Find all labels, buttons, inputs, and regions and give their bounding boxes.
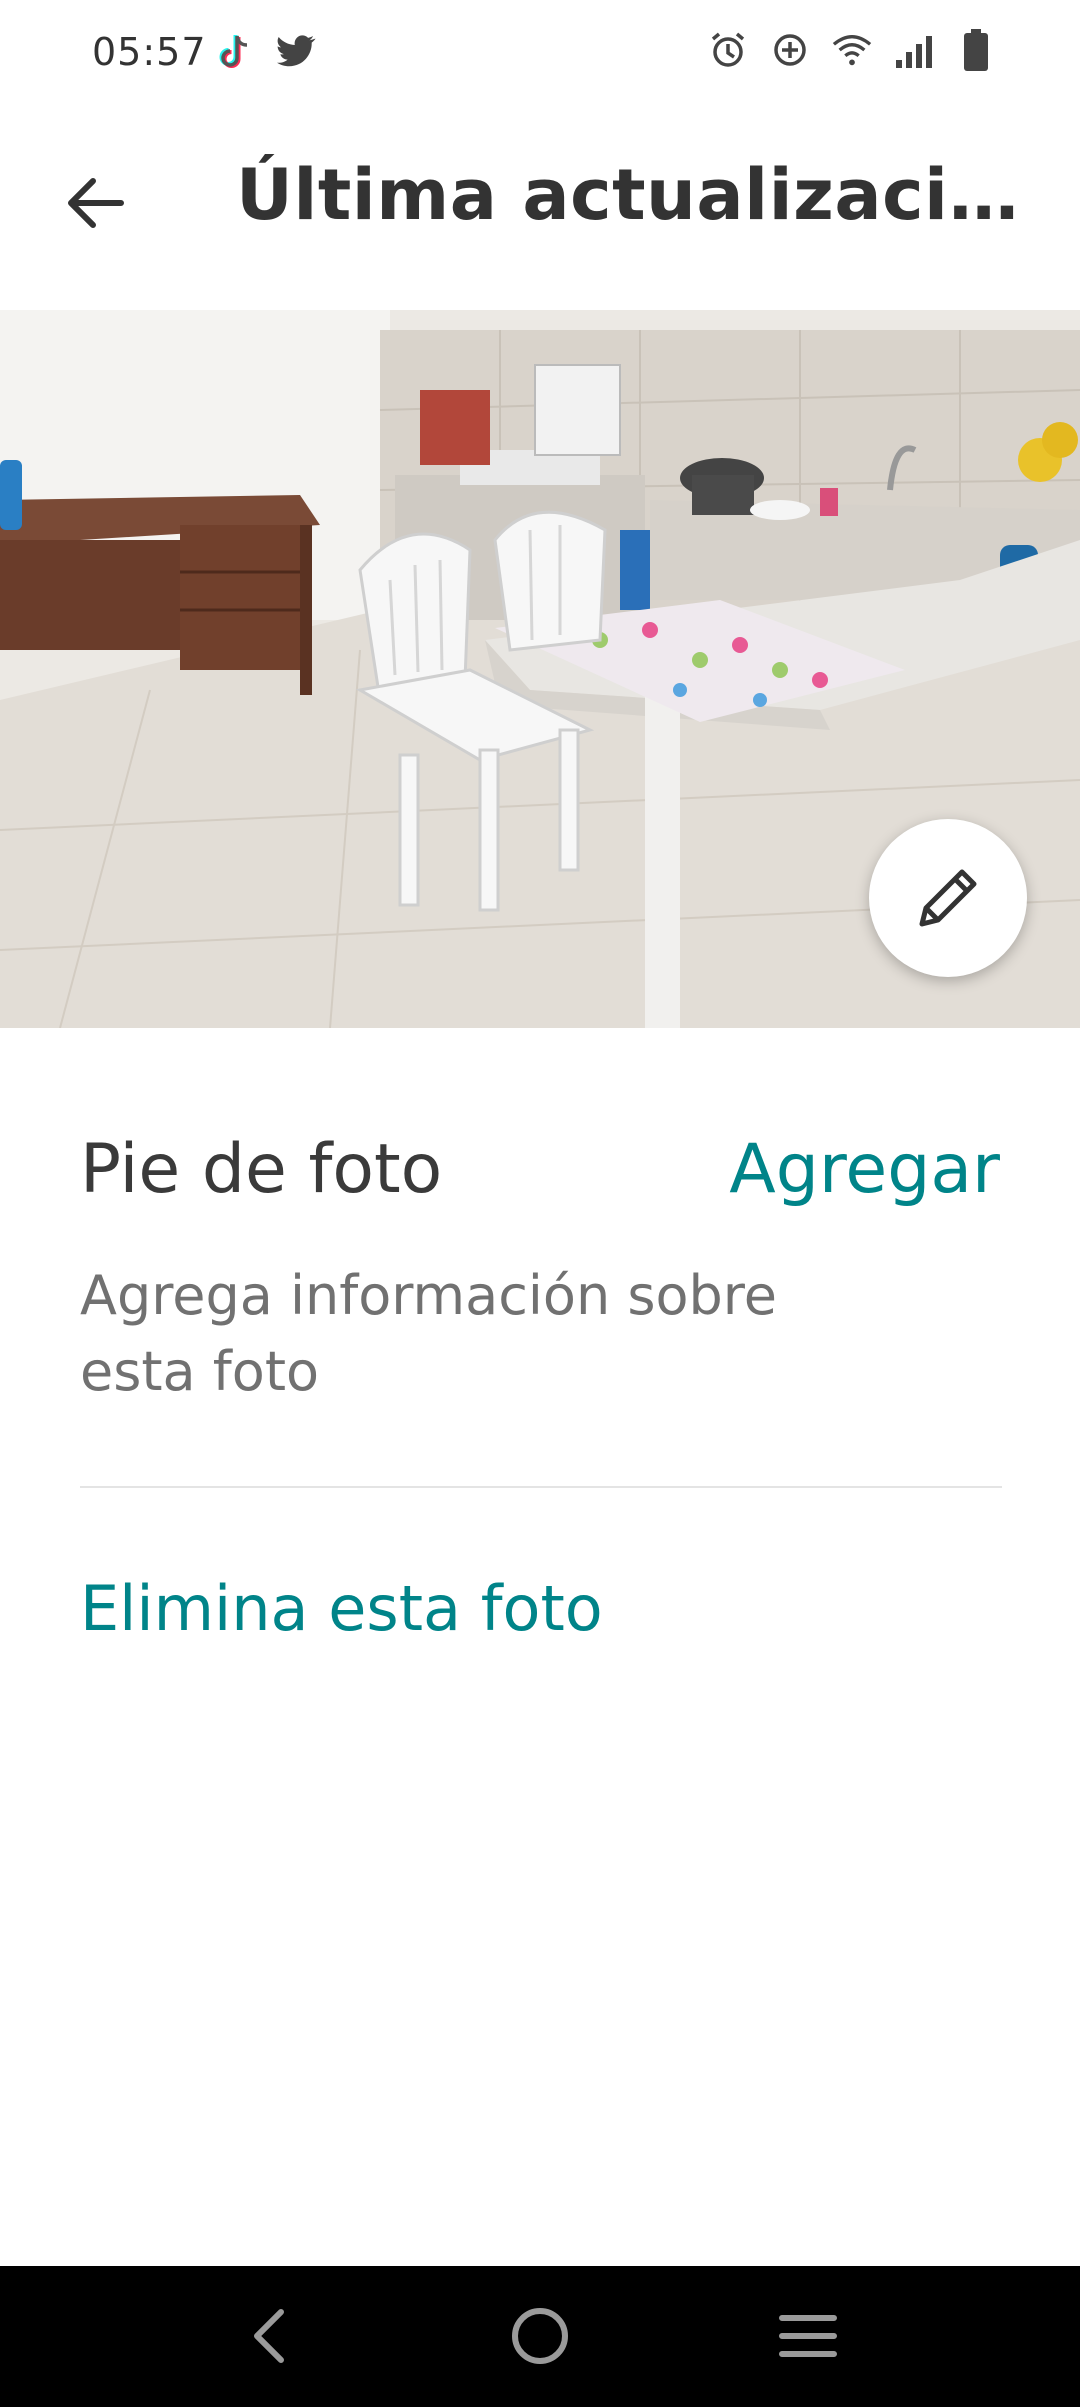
caption-hint: Agrega información sobre esta foto — [80, 1264, 778, 1403]
nav-back-icon — [254, 2309, 284, 2363]
delete-photo-button[interactable]: Elimina esta foto — [80, 1572, 603, 1645]
battery-icon — [956, 28, 996, 72]
add-caption-button[interactable]: Agregar — [729, 1130, 1000, 1209]
system-nav-bar — [0, 2266, 1080, 2407]
arrow-left-icon — [68, 178, 124, 228]
alarm-icon — [708, 28, 748, 72]
back-button[interactable] — [50, 158, 140, 248]
pencil-icon — [919, 869, 977, 927]
nav-back-button[interactable] — [224, 2296, 314, 2376]
nav-home-button[interactable] — [495, 2296, 585, 2376]
status-time: 05:57 — [92, 30, 207, 74]
status-bar: 05:57 — [0, 0, 1080, 110]
data-saver-icon — [770, 28, 810, 72]
wifi-icon — [832, 28, 872, 72]
status-notification-icons — [214, 30, 316, 74]
twitter-icon — [276, 30, 316, 74]
status-system-icons — [708, 28, 996, 72]
caption-label: Pie de foto — [80, 1130, 443, 1209]
page-title: Última actualización... — [236, 154, 1036, 236]
app-bar: Última actualización... — [0, 110, 1080, 310]
tiktok-icon — [214, 30, 254, 74]
nav-recents-icon — [779, 2315, 837, 2357]
edit-photo-button[interactable] — [869, 819, 1027, 977]
nav-home-icon — [512, 2308, 568, 2364]
divider — [80, 1486, 1002, 1488]
signal-icon — [894, 28, 934, 72]
nav-recents-button[interactable] — [763, 2296, 853, 2376]
